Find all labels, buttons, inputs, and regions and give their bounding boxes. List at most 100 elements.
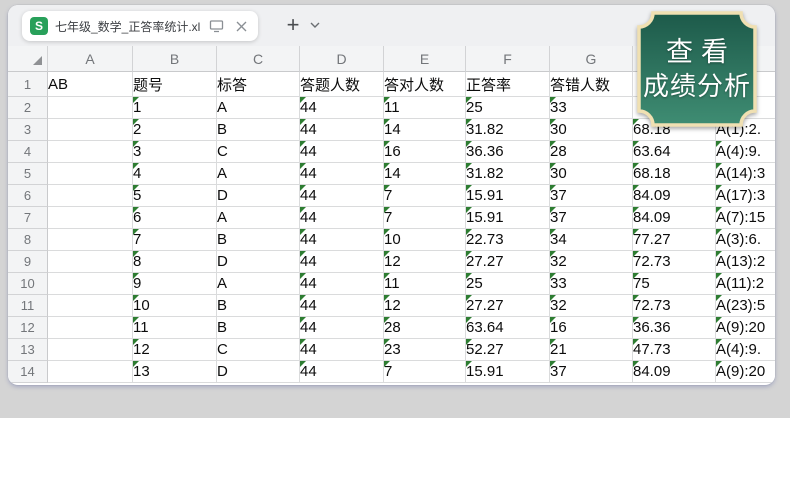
cell-B11[interactable]: 10	[133, 295, 217, 317]
cell-D12[interactable]: 44	[300, 317, 384, 339]
cell-G3[interactable]: 30	[550, 119, 633, 141]
column-header-D[interactable]: D	[300, 46, 384, 72]
cell-E8[interactable]: 10	[384, 229, 466, 251]
cell-B9[interactable]: 8	[133, 251, 217, 273]
cell-A8[interactable]	[48, 229, 133, 251]
cell-G7[interactable]: 37	[550, 207, 633, 229]
cell-G9[interactable]: 32	[550, 251, 633, 273]
row-number-5[interactable]: 5	[8, 163, 48, 185]
cell-D5[interactable]: 44	[300, 163, 384, 185]
cell-F3[interactable]: 31.82	[466, 119, 550, 141]
cell-G13[interactable]: 21	[550, 339, 633, 361]
cell-D9[interactable]: 44	[300, 251, 384, 273]
column-header-B[interactable]: B	[133, 46, 217, 72]
cell-I9[interactable]: A(13):2	[716, 251, 775, 273]
cell-E14[interactable]: 7	[384, 361, 466, 383]
cell-E3[interactable]: 14	[384, 119, 466, 141]
cell-B4[interactable]: 3	[133, 141, 217, 163]
cell-C12[interactable]: B	[217, 317, 300, 339]
cell-B12[interactable]: 11	[133, 317, 217, 339]
cell-I7[interactable]: A(7):15	[716, 207, 775, 229]
cell-D14[interactable]: 44	[300, 361, 384, 383]
cell-A5[interactable]	[48, 163, 133, 185]
row-number-10[interactable]: 10	[8, 273, 48, 295]
row-number-7[interactable]: 7	[8, 207, 48, 229]
cell-B10[interactable]: 9	[133, 273, 217, 295]
cell-H6[interactable]: 84.09	[633, 185, 716, 207]
cell-A2[interactable]	[48, 97, 133, 119]
cell-C3[interactable]: B	[217, 119, 300, 141]
cell-B6[interactable]: 5	[133, 185, 217, 207]
cell-C4[interactable]: C	[217, 141, 300, 163]
cell-E12[interactable]: 28	[384, 317, 466, 339]
cell-F11[interactable]: 27.27	[466, 295, 550, 317]
cell-F6[interactable]: 15.91	[466, 185, 550, 207]
cell-A6[interactable]	[48, 185, 133, 207]
cell-C9[interactable]: D	[217, 251, 300, 273]
column-header-A[interactable]: A	[48, 46, 133, 72]
cell-I13[interactable]: A(4):9.	[716, 339, 775, 361]
cell-B1[interactable]: 题号	[133, 72, 217, 97]
cell-H11[interactable]: 72.73	[633, 295, 716, 317]
cell-G6[interactable]: 37	[550, 185, 633, 207]
cell-I4[interactable]: A(4):9.	[716, 141, 775, 163]
cell-E5[interactable]: 14	[384, 163, 466, 185]
cell-I12[interactable]: A(9):20	[716, 317, 775, 339]
cell-C1[interactable]: 标答	[217, 72, 300, 97]
row-number-3[interactable]: 3	[8, 119, 48, 141]
cell-B2[interactable]: 1	[133, 97, 217, 119]
cell-H8[interactable]: 77.27	[633, 229, 716, 251]
cell-E13[interactable]: 23	[384, 339, 466, 361]
cell-F7[interactable]: 15.91	[466, 207, 550, 229]
row-number-11[interactable]: 11	[8, 295, 48, 317]
column-header-E[interactable]: E	[384, 46, 466, 72]
cell-E7[interactable]: 7	[384, 207, 466, 229]
tab-list-chevron-icon[interactable]	[308, 18, 322, 32]
cell-B7[interactable]: 6	[133, 207, 217, 229]
cell-D7[interactable]: 44	[300, 207, 384, 229]
cell-C11[interactable]: B	[217, 295, 300, 317]
cell-D4[interactable]: 44	[300, 141, 384, 163]
cell-G1[interactable]: 答错人数	[550, 72, 633, 97]
row-number-2[interactable]: 2	[8, 97, 48, 119]
row-number-6[interactable]: 6	[8, 185, 48, 207]
cell-E1[interactable]: 答对人数	[384, 72, 466, 97]
cell-H12[interactable]: 36.36	[633, 317, 716, 339]
cell-B14[interactable]: 13	[133, 361, 217, 383]
cell-G5[interactable]: 30	[550, 163, 633, 185]
cell-E10[interactable]: 11	[384, 273, 466, 295]
cell-C13[interactable]: C	[217, 339, 300, 361]
cell-F10[interactable]: 25	[466, 273, 550, 295]
column-header-F[interactable]: F	[466, 46, 550, 72]
select-all-corner[interactable]	[8, 46, 48, 72]
cell-G8[interactable]: 34	[550, 229, 633, 251]
column-header-G[interactable]: G	[550, 46, 633, 72]
cell-A9[interactable]	[48, 251, 133, 273]
cell-D11[interactable]: 44	[300, 295, 384, 317]
cell-D10[interactable]: 44	[300, 273, 384, 295]
cell-A10[interactable]	[48, 273, 133, 295]
row-number-9[interactable]: 9	[8, 251, 48, 273]
cell-B8[interactable]: 7	[133, 229, 217, 251]
cell-C8[interactable]: B	[217, 229, 300, 251]
cell-H5[interactable]: 68.18	[633, 163, 716, 185]
cell-E2[interactable]: 11	[384, 97, 466, 119]
cell-E6[interactable]: 7	[384, 185, 466, 207]
cell-E11[interactable]: 12	[384, 295, 466, 317]
cell-F13[interactable]: 52.27	[466, 339, 550, 361]
cell-A1[interactable]: AB	[48, 72, 133, 97]
cell-C14[interactable]: D	[217, 361, 300, 383]
cell-C2[interactable]: A	[217, 97, 300, 119]
cell-I8[interactable]: A(3):6.	[716, 229, 775, 251]
cell-F12[interactable]: 63.64	[466, 317, 550, 339]
cell-E9[interactable]: 12	[384, 251, 466, 273]
row-number-12[interactable]: 12	[8, 317, 48, 339]
cell-F14[interactable]: 15.91	[466, 361, 550, 383]
cell-B3[interactable]: 2	[133, 119, 217, 141]
column-header-C[interactable]: C	[217, 46, 300, 72]
cell-H14[interactable]: 84.09	[633, 361, 716, 383]
cell-A11[interactable]	[48, 295, 133, 317]
monitor-icon[interactable]	[207, 17, 225, 35]
cell-F9[interactable]: 27.27	[466, 251, 550, 273]
cell-D13[interactable]: 44	[300, 339, 384, 361]
